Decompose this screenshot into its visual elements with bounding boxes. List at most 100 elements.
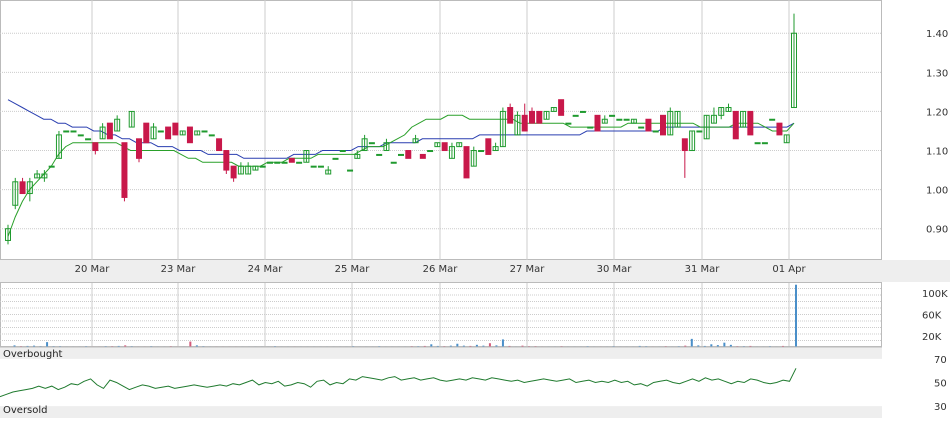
candle-body xyxy=(398,153,404,156)
candle-body xyxy=(85,138,92,141)
candle-body xyxy=(572,114,579,117)
oscillator-y-tick-label: 50 xyxy=(934,379,947,390)
oscillator-panel: 70 50 30 Overbought Oversold xyxy=(0,346,947,418)
candle-body xyxy=(747,110,754,136)
volume-y-tick-label: 60K xyxy=(922,311,942,322)
candle-body xyxy=(536,110,543,124)
volume-bar xyxy=(501,339,504,347)
candle-body xyxy=(478,150,485,153)
candle-body xyxy=(106,122,113,140)
oscillator-bands xyxy=(0,346,882,418)
candle-body xyxy=(485,138,492,155)
candle-body xyxy=(172,122,179,136)
overbought-label: Overbought xyxy=(3,349,63,360)
candle-body xyxy=(63,130,70,133)
candle-body xyxy=(317,165,324,168)
candle-body xyxy=(579,110,586,113)
date-x-tick-label: 27 Mar xyxy=(510,264,546,275)
candle-body xyxy=(77,134,84,137)
date-x-tick-label: 23 Mar xyxy=(161,264,197,275)
candle-body xyxy=(48,165,55,168)
volume-y-tick-label: 20K xyxy=(922,332,942,343)
candle-body xyxy=(296,161,303,164)
candle-body xyxy=(347,169,354,172)
candle-body xyxy=(594,114,601,132)
candle-body xyxy=(368,142,375,145)
candle-body xyxy=(652,130,659,133)
candle-body xyxy=(332,157,339,160)
candle-body xyxy=(208,134,215,137)
date-x-tick-label: 20 Mar xyxy=(75,264,111,275)
volume-bar xyxy=(189,341,192,347)
candle-body xyxy=(274,161,281,164)
chart-svg: 1.40 1.30 1.20 1.10 1.00 0.90 20 Mar 23 Mar 24 … xyxy=(0,0,950,418)
overbought-band xyxy=(0,347,882,359)
candle-body xyxy=(165,126,172,140)
date-x-tick-label: 24 Mar xyxy=(248,264,284,275)
oscillator-y-tick-label: 30 xyxy=(934,402,947,413)
volume-bar xyxy=(723,342,726,347)
candle-body xyxy=(310,165,317,168)
price-y-tick-label: 1.00 xyxy=(926,186,948,197)
candle-body xyxy=(288,157,295,163)
candle-body xyxy=(419,153,426,159)
date-x-tick-label: 01 Apr xyxy=(772,264,806,275)
candle-body xyxy=(463,146,470,179)
candle-body xyxy=(339,150,346,153)
candle-body xyxy=(769,118,776,121)
price-y-tick-label: 1.30 xyxy=(926,68,948,79)
volume-bar xyxy=(795,284,797,347)
candle-body xyxy=(186,126,193,144)
candle-body xyxy=(623,118,630,121)
candle-body xyxy=(70,130,77,133)
candle-body xyxy=(529,110,535,124)
price-y-tick-label: 1.10 xyxy=(926,147,948,158)
volume-bar xyxy=(46,342,49,347)
date-axis-band xyxy=(0,260,950,282)
candle-body xyxy=(121,142,128,198)
date-x-tick-label: 31 Mar xyxy=(685,264,721,275)
candle-body xyxy=(376,153,383,156)
oscillator-y-axis: 70 50 30 xyxy=(934,355,947,413)
candle-body xyxy=(405,150,412,159)
candle-body xyxy=(638,126,645,129)
oversold-band xyxy=(0,406,882,418)
candle-body xyxy=(761,142,768,145)
candle-body xyxy=(558,99,565,116)
candle-body xyxy=(92,142,99,152)
candle-body xyxy=(201,130,208,133)
volume-bar xyxy=(488,343,491,347)
candle-body xyxy=(230,165,237,179)
candle-body xyxy=(645,118,652,132)
candle-body xyxy=(681,138,688,152)
volume-bar xyxy=(690,338,693,347)
candle-body xyxy=(732,110,739,140)
candle-body xyxy=(390,161,397,164)
candle-body xyxy=(223,150,230,171)
price-y-tick-label: 1.20 xyxy=(926,107,948,118)
candle-body xyxy=(660,114,666,136)
price-y-tick-label: 0.90 xyxy=(926,225,948,236)
candle-body xyxy=(427,150,434,153)
candle-body xyxy=(136,138,142,159)
date-x-axis: 20 Mar 23 Mar 24 Mar 25 Mar 26 Mar 27 Mar 30 M… xyxy=(0,260,950,282)
candle-body xyxy=(587,126,594,129)
date-x-tick-label: 30 Mar xyxy=(597,264,633,275)
oscillator-y-tick-label: 70 xyxy=(934,355,947,366)
candle-body xyxy=(521,114,528,132)
candle-body xyxy=(776,122,783,136)
candle-body xyxy=(216,138,223,152)
oversold-label: Oversold xyxy=(3,405,48,416)
price-y-tick-label: 1.40 xyxy=(926,29,948,40)
candle-body xyxy=(157,130,164,133)
candle-body xyxy=(267,161,273,164)
volume-y-tick-label: 100K xyxy=(922,289,948,300)
candle-body xyxy=(281,161,288,164)
candle-body xyxy=(565,122,572,125)
candle-body xyxy=(19,181,26,195)
candle-body xyxy=(616,118,623,121)
candle-body xyxy=(441,142,448,152)
candle-body xyxy=(754,142,761,145)
candle-body xyxy=(609,114,616,117)
candle-body xyxy=(143,122,150,144)
